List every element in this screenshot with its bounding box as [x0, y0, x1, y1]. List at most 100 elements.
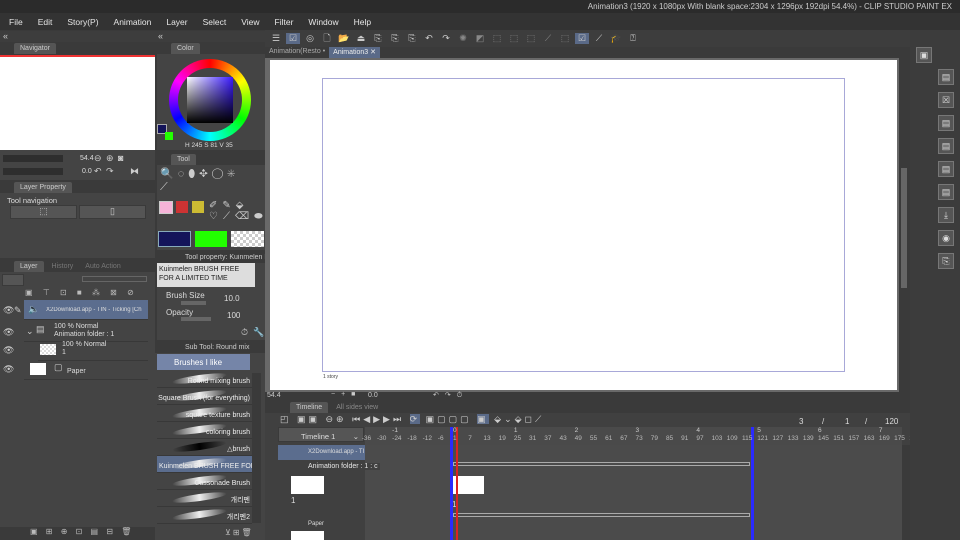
- track-sound[interactable]: X2Download.app - TI: [278, 445, 365, 460]
- reset-icon[interactable]: ⏱: [241, 327, 248, 338]
- menu-edit[interactable]: Edit: [38, 17, 53, 27]
- sub-tool-scrollbar[interactable]: [252, 373, 261, 523]
- opacity-slider[interactable]: [181, 317, 211, 321]
- rotate-left-icon[interactable]: ↶: [94, 166, 102, 177]
- tab-tool[interactable]: Tool: [171, 153, 196, 165]
- collapse-icon[interactable]: «: [158, 31, 163, 41]
- sub-tool-bottom-toolbar[interactable]: ⊻⊞🗑: [225, 528, 254, 537]
- layer-bottom-toolbar[interactable]: ▣ ⊞ ⊕ ⊡ ▤ ⊟ 🗑: [0, 527, 155, 540]
- menu-file[interactable]: File: [9, 17, 23, 27]
- layer-icon-3[interactable]: ▤: [938, 138, 954, 154]
- layer-row-sound[interactable]: 🔈 X2Download.app - TIN - Ticking [Chill …: [24, 300, 148, 320]
- blend-mode-dropdown[interactable]: [2, 274, 24, 286]
- tab-auto-action[interactable]: Auto Action: [85, 263, 120, 270]
- tab-animation3[interactable]: Animation3 ✕: [329, 47, 380, 58]
- menu-story[interactable]: Story(P): [67, 17, 98, 27]
- new-icon[interactable]: 🗋: [320, 31, 334, 47]
- save-icon[interactable]: ▣: [916, 47, 932, 63]
- sub-color-swatch[interactable]: [165, 132, 173, 140]
- layer-row-cel[interactable]: 100 % Normal 1: [38, 341, 148, 361]
- sub-tool-item[interactable]: △brush: [157, 439, 252, 456]
- fit-icon[interactable]: ◙: [118, 153, 123, 163]
- sub-tool-group[interactable]: Brushes I like: [157, 354, 250, 370]
- tab-navigator[interactable]: Navigator: [14, 42, 56, 54]
- zoom-slider[interactable]: [3, 155, 63, 162]
- redo-icon[interactable]: ↷: [439, 33, 453, 44]
- brush-size-slider[interactable]: [181, 301, 206, 305]
- track-area[interactable]: [365, 445, 902, 540]
- export-icon-2[interactable]: ⎘: [388, 33, 402, 44]
- tab-timeline[interactable]: Timeline: [290, 401, 329, 413]
- snap-icon[interactable]: ☑: [575, 33, 589, 44]
- transparent-color-button[interactable]: [231, 231, 264, 247]
- navigator-preview[interactable]: [0, 55, 155, 150]
- decoration-tool-button[interactable]: [176, 201, 188, 213]
- selection-icon[interactable]: ⬚: [558, 33, 572, 44]
- delete-layer-icon[interactable]: ☒: [938, 92, 954, 108]
- layer-row-paper[interactable]: ▢ Paper: [24, 360, 148, 380]
- check-icon[interactable]: ☑: [286, 33, 300, 44]
- crop-icon[interactable]: ⟋: [541, 33, 555, 44]
- opacity-slider[interactable]: [82, 276, 147, 282]
- timeline-select[interactable]: Timeline 1 ⌄: [278, 427, 364, 442]
- fill-icon[interactable]: ◩: [473, 33, 487, 44]
- menu-layer[interactable]: Layer: [166, 17, 187, 27]
- status-zoom[interactable]: 54.4: [267, 392, 281, 399]
- save-icon[interactable]: ⏏: [354, 33, 368, 44]
- status-rotation[interactable]: 0.0: [368, 392, 378, 399]
- canvas-vertical-scrollbar[interactable]: [899, 58, 909, 392]
- sub-tool-item[interactable]: Square Brush (for everything): [157, 388, 252, 405]
- menu-window[interactable]: Window: [308, 17, 338, 27]
- collapse-strip-2[interactable]: «: [155, 31, 265, 42]
- tab-animation-resto[interactable]: Animation(Resto •: [265, 47, 329, 58]
- timeline-toolbar[interactable]: ◰ ▣▣ ⊖⊕ ⏮◀▶▶⏭ ⟳ ▣▢▢▢ ▣ ⬙⌄⬙◻⟋: [280, 414, 544, 425]
- eye-icon[interactable]: 👁: [3, 364, 14, 375]
- sub-tool-item[interactable]: coloring brush: [157, 422, 252, 439]
- clear-icon[interactable]: ✺: [456, 33, 470, 44]
- track-paper[interactable]: Paper: [278, 517, 365, 531]
- menu-filter[interactable]: Filter: [275, 17, 294, 27]
- export-icon-3[interactable]: ⎘: [405, 33, 419, 44]
- tool-grid[interactable]: 🔍◌⬮✥◯✳ ⟋: [160, 167, 260, 194]
- tab-color[interactable]: Color: [171, 42, 200, 54]
- tab-history[interactable]: History: [52, 263, 74, 270]
- export-icon[interactable]: ⎘: [371, 33, 385, 44]
- pen-tool-button[interactable]: [159, 201, 173, 214]
- opacity-value[interactable]: 100: [227, 311, 240, 320]
- menu-icon[interactable]: ☰: [269, 33, 283, 44]
- menu-help[interactable]: Help: [354, 17, 371, 27]
- layer-icon[interactable]: ▤: [938, 69, 954, 85]
- layer-icon-2[interactable]: ▤: [938, 115, 954, 131]
- rotation-slider[interactable]: [3, 168, 63, 175]
- layer-icon-4[interactable]: ▤: [938, 161, 954, 177]
- rotate-right-icon[interactable]: ↷: [106, 166, 114, 177]
- sub-tool-item[interactable]: 개리펜: [157, 490, 252, 507]
- hat-icon[interactable]: 🎓: [609, 33, 623, 44]
- ruler-icon[interactable]: ⟋: [592, 33, 606, 44]
- sub-tool-item[interactable]: Kuinmelen BRUSH FREE FOR A: [157, 456, 252, 473]
- zoom-buttons[interactable]: −+■: [331, 391, 361, 398]
- undo-icon[interactable]: ↶: [422, 33, 436, 44]
- layer-icon-5[interactable]: ▤: [938, 184, 954, 200]
- sub-tool-item[interactable]: Round mixing brush: [157, 371, 252, 388]
- help-icon[interactable]: ⍰: [626, 33, 640, 44]
- track-folder[interactable]: Animation folder : 1 : c: [278, 460, 380, 474]
- deselect-icon[interactable]: ⬚: [507, 33, 521, 44]
- import-icon[interactable]: ⤓: [938, 207, 954, 223]
- menu-select[interactable]: Select: [203, 17, 227, 27]
- sub-tool-item[interactable]: Cassonade Brush: [157, 473, 252, 490]
- rotation-buttons[interactable]: ↶↷⏱: [433, 391, 468, 400]
- menu-view[interactable]: View: [241, 17, 259, 27]
- chevron-down-icon[interactable]: ⌄: [26, 326, 34, 337]
- sub-color-button[interactable]: [195, 231, 227, 247]
- fill-tool-button[interactable]: [192, 201, 204, 213]
- open-icon[interactable]: 📂: [337, 33, 351, 44]
- sub-tool-item[interactable]: square texture brush: [157, 405, 252, 422]
- eye-icon[interactable]: 👁: [3, 345, 14, 356]
- layer-row-folder[interactable]: ⌄ ▤ 100 % Normal Animation folder : 1: [24, 322, 148, 342]
- menu-animation[interactable]: Animation: [114, 17, 152, 27]
- layer-toolbar[interactable]: ▣ ⊤ ⊡ ■ ⁂ ⊠ ⊘: [25, 288, 138, 297]
- tab-layer-property[interactable]: Layer Property: [14, 181, 72, 193]
- zoom-out-icon[interactable]: ⊖: [94, 153, 102, 164]
- invert-icon[interactable]: ⬚: [524, 33, 538, 44]
